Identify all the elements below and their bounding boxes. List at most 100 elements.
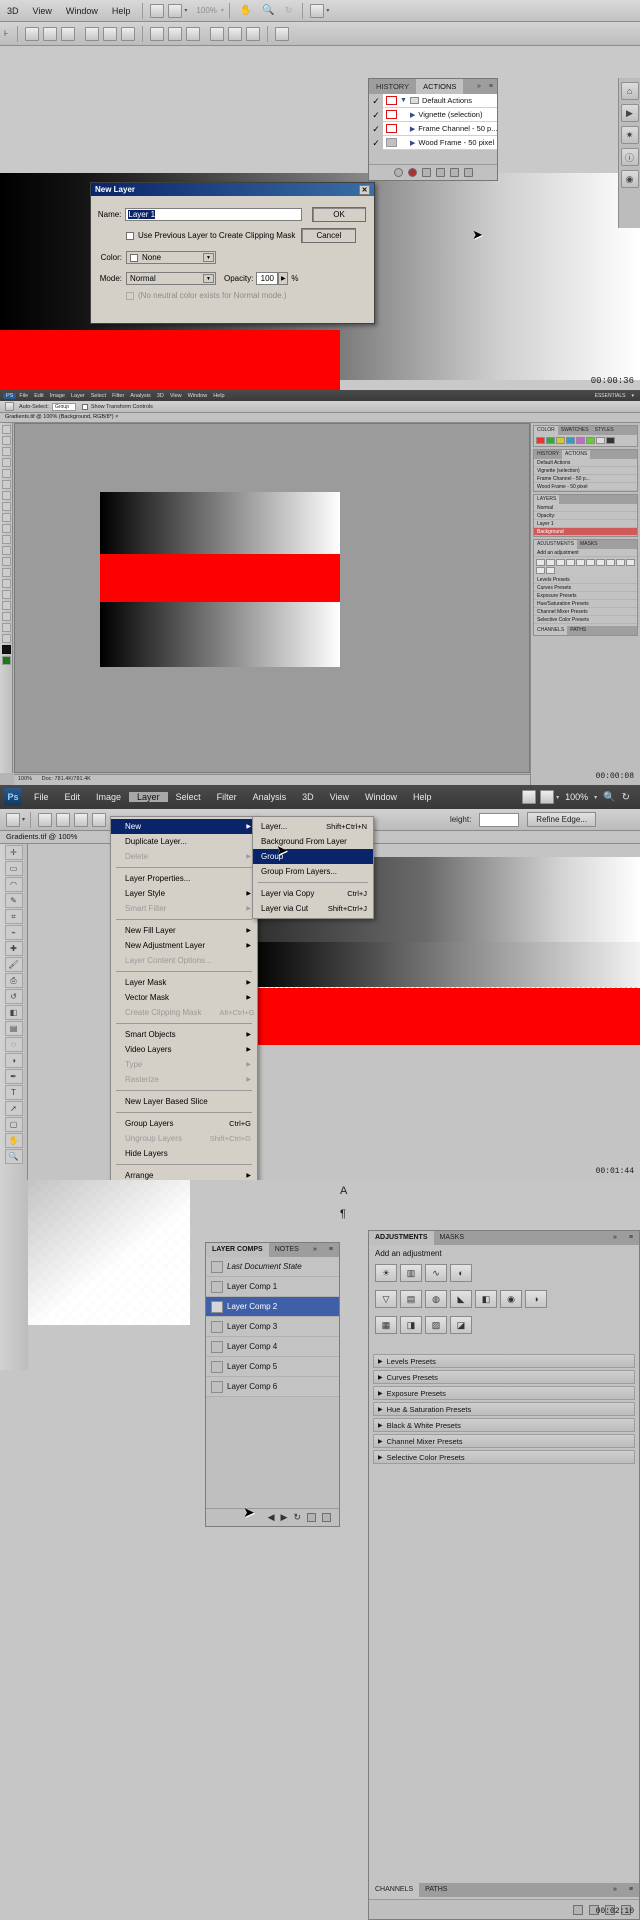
height-input[interactable]	[479, 812, 520, 827]
actions-list[interactable]: ✓ ▼ Default Actions ✓ ▶ Vignette (select…	[369, 94, 497, 164]
move-tool-icon[interactable]	[1, 425, 11, 434]
menu-item-arrange[interactable]: Arrange ▶	[111, 1168, 257, 1180]
actions-panel-tabs[interactable]: HISTORY ACTIONS	[534, 450, 637, 459]
brightness-contrast-icon[interactable]: ☀	[375, 1264, 397, 1282]
bottom-tabs-4[interactable]: CHANNELS PATHS » ≡	[369, 1883, 639, 1897]
workspace-selector[interactable]: ESSENTIALS	[592, 393, 629, 399]
eraser-tool-icon[interactable]: ◧	[4, 1005, 23, 1020]
zoom-tool-icon[interactable]: 🔍	[4, 1149, 23, 1164]
layer-dropdown-menu[interactable]: New ▶ Duplicate Layer... Delete ▶ Layer …	[110, 816, 258, 1180]
align-bottom-icon[interactable]	[121, 26, 136, 41]
menu-item-hide-layers[interactable]: Hide Layers	[111, 1146, 257, 1161]
lasso-tool-icon[interactable]	[1, 447, 11, 456]
menu-item-image[interactable]: Image	[47, 393, 68, 399]
menu-item-new-adjustment-layer[interactable]: New Adjustment Layer ▶	[111, 938, 257, 953]
action-dialog-toggle-icon[interactable]	[386, 110, 397, 119]
show-transform-checkbox[interactable]	[81, 403, 88, 410]
delete-comp-icon[interactable]	[322, 1513, 331, 1522]
action-toggle-checkbox[interactable]: ✓	[369, 121, 383, 136]
cancel-button[interactable]: Cancel	[301, 228, 357, 243]
layer-row[interactable]: Background	[534, 528, 637, 536]
tab-adjustments[interactable]: ADJUSTMENTS	[369, 1231, 434, 1245]
clipping-mask-checkbox[interactable]	[126, 231, 134, 240]
eraser-tool-icon[interactable]	[1, 535, 11, 544]
collapse-icon[interactable]: »	[473, 79, 485, 94]
menu-item-new-fill-layer[interactable]: New Fill Layer ▶	[111, 923, 257, 938]
preset-row[interactable]: Levels Presets	[534, 576, 637, 584]
distribute-center-icon[interactable]	[228, 26, 243, 41]
clipping-row[interactable]: Use Previous Layer to Create Clipping Ma…	[91, 228, 366, 243]
swatch[interactable]	[536, 437, 545, 444]
hand-tool-icon[interactable]: ✋	[4, 1133, 23, 1148]
posterize-icon[interactable]: ▦	[375, 1316, 397, 1334]
chevron-right-icon[interactable]: ▶	[378, 1406, 383, 1413]
ok-button[interactable]: OK	[312, 207, 366, 222]
menu-item-duplicate-layer[interactable]: Duplicate Layer...	[111, 834, 257, 849]
swatch[interactable]	[566, 437, 575, 444]
add-selection-icon[interactable]	[56, 812, 71, 827]
action-toggle-checkbox[interactable]: ✓	[369, 94, 383, 108]
preset-row[interactable]: ▶ Black & White Presets	[373, 1418, 635, 1432]
swatch[interactable]	[606, 437, 615, 444]
preset-row[interactable]: Curves Presets	[534, 584, 637, 592]
submenu-item-group-from-layers[interactable]: Group From Layers...	[253, 864, 373, 879]
menu-item-filter[interactable]: Filter	[109, 393, 127, 399]
preset-row[interactable]: ▶ Hue & Saturation Presets	[373, 1402, 635, 1416]
action-dialog-toggle-icon[interactable]	[386, 138, 397, 147]
search-icon[interactable]: 🔍	[262, 5, 274, 16]
menu-item-layer-properties[interactable]: Layer Properties...	[111, 871, 257, 886]
dodge-tool-icon[interactable]: ◑	[4, 1053, 23, 1068]
preset-row[interactable]: Channel Mixer Presets	[534, 608, 637, 616]
hue-saturation-icon[interactable]	[586, 559, 595, 566]
opacity-stepper-icon[interactable]: ▶	[278, 272, 289, 285]
distribute-bottom-icon[interactable]	[186, 26, 201, 41]
actions-row[interactable]: Vignette (selection)	[534, 467, 637, 475]
swatch[interactable]	[586, 437, 595, 444]
swatch[interactable]	[576, 437, 585, 444]
levels-icon[interactable]	[546, 559, 555, 566]
healing-brush-tool-icon[interactable]	[1, 491, 11, 500]
chevron-down-icon[interactable]: ▾	[628, 393, 637, 399]
apply-comp-checkbox[interactable]	[211, 1380, 223, 1393]
layer-comp-row[interactable]: Layer Comp 1	[206, 1277, 339, 1297]
chevron-down-icon[interactable]: ▾	[184, 7, 187, 14]
menu-item-smart-objects[interactable]: Smart Objects ▶	[111, 1027, 257, 1042]
new-action-icon[interactable]	[449, 168, 459, 177]
brush-tool-icon[interactable]: 🖌	[4, 957, 23, 972]
menu-item-3d[interactable]: 3D	[0, 0, 26, 22]
rotate-view-icon[interactable]: ↻	[622, 792, 630, 803]
tab-history[interactable]: HISTORY	[369, 79, 417, 94]
new-submenu[interactable]: Layer... Shift+Ctrl+N Background From La…	[252, 816, 374, 919]
actions-row[interactable]: Default Actions	[534, 459, 637, 467]
brightness-contrast-icon[interactable]	[536, 559, 545, 566]
layer-comp-row[interactable]: Layer Comp 4	[206, 1337, 339, 1357]
zoom-tool-icon[interactable]	[1, 634, 11, 643]
invert-icon[interactable]	[536, 567, 545, 574]
chevron-down-icon[interactable]: ▼	[400, 97, 407, 104]
menu-item-image[interactable]: Image	[88, 792, 129, 802]
screen-mode-icon[interactable]	[540, 790, 555, 804]
tab-swatches[interactable]: SWATCHES	[558, 426, 592, 435]
pen-tool-icon[interactable]: ✒	[4, 1069, 23, 1084]
stop-icon[interactable]	[393, 168, 403, 177]
sun-icon[interactable]: ✷	[620, 126, 639, 144]
quick-select-tool-icon[interactable]	[1, 458, 11, 467]
mini-bridge-icon[interactable]: ⌂	[620, 82, 639, 100]
mode-row[interactable]: Mode: Normal ▼ Opacity: 100 ▶ %	[91, 272, 366, 285]
record-icon[interactable]	[407, 168, 417, 177]
actions-row[interactable]: Frame Channel - 50 p...	[534, 475, 637, 483]
dock-strip-1[interactable]: ⌂ ▶ ✷ ⓘ ◉	[618, 78, 640, 228]
panel-menu-icon[interactable]: ≡	[323, 1243, 339, 1257]
photo-filter-icon[interactable]	[616, 559, 625, 566]
distribute-middle-icon[interactable]	[168, 26, 183, 41]
apply-comp-checkbox[interactable]	[211, 1280, 223, 1293]
color-panel-tabs[interactable]: COLOR SWATCHES STYLES	[534, 426, 637, 435]
chevron-right-icon[interactable]: ▶	[410, 139, 415, 147]
curves-icon[interactable]	[556, 559, 565, 566]
layer-comps-tabs[interactable]: LAYER COMPS NOTES » ≡	[206, 1243, 339, 1257]
ps-logo[interactable]: PS	[3, 392, 17, 399]
pen-tool-icon[interactable]	[1, 579, 11, 588]
layer-comp-row[interactable]: Layer Comp 5	[206, 1357, 339, 1377]
marquee-tool-icon[interactable]	[1, 436, 11, 445]
tab-channels[interactable]: CHANNELS	[534, 626, 568, 635]
